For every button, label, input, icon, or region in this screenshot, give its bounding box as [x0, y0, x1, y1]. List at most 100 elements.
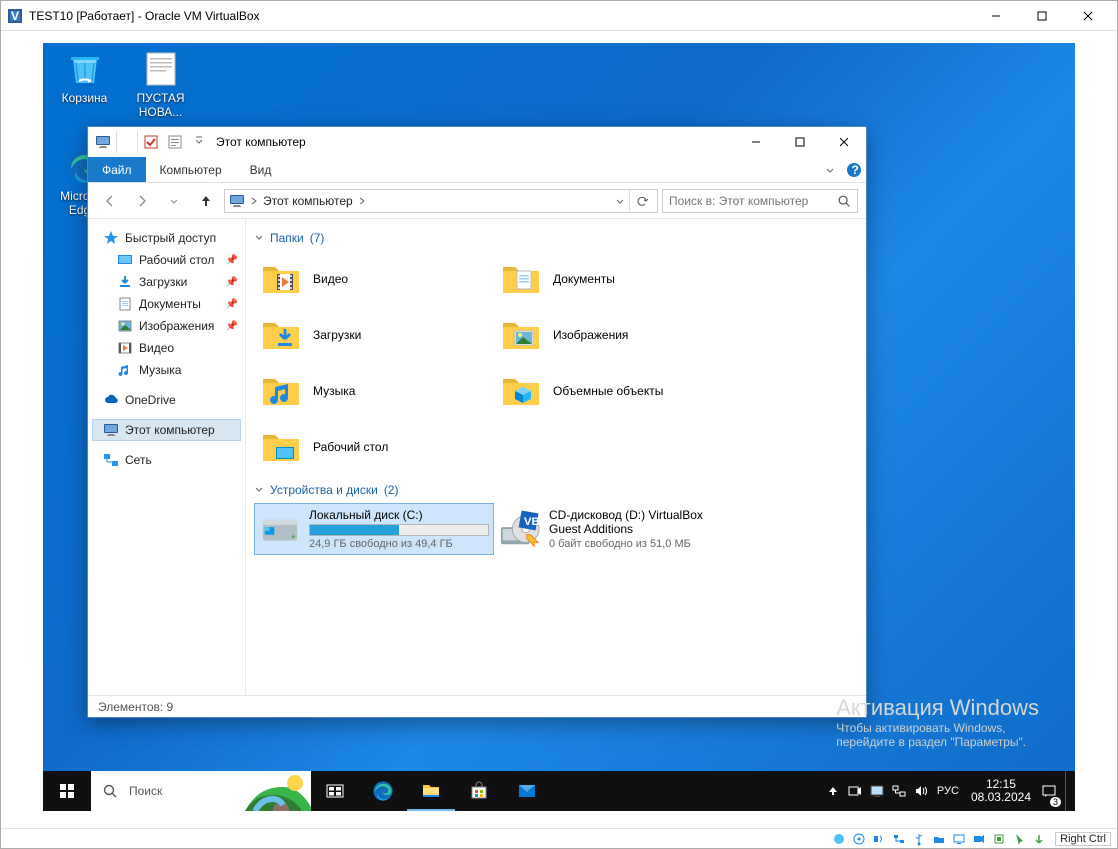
start-button[interactable] — [43, 771, 91, 811]
taskbar-search[interactable]: Поиск — [91, 771, 311, 811]
vbox-audio-indicator-icon[interactable] — [871, 831, 887, 847]
activation-watermark: Активация Windows Чтобы активировать Win… — [836, 695, 1039, 749]
guest-desktop[interactable]: Корзина ПУСТАЯ НОВА... Microsoft Edg... — [43, 43, 1075, 811]
tray-language[interactable]: РУС — [933, 785, 963, 797]
host-close-button[interactable] — [1065, 1, 1111, 31]
nav-label: Музыка — [139, 363, 181, 377]
ribbon-tab-computer[interactable]: Компьютер — [146, 157, 236, 182]
tray-clock[interactable]: 12:15 08.03.2024 — [965, 778, 1037, 804]
vbox-cpu-indicator-icon[interactable] — [991, 831, 1007, 847]
host-maximize-button[interactable] — [1019, 1, 1065, 31]
tray-volume-icon[interactable] — [911, 771, 931, 811]
cortana-illustration-icon — [245, 771, 311, 811]
file-explorer-window[interactable]: Этот компьютер Файл Компьютер Вид ? — [87, 126, 867, 718]
group-count: (2) — [384, 483, 399, 497]
nav-back-button[interactable] — [96, 187, 124, 215]
folder-3d-objects[interactable]: Объемные объекты — [494, 363, 734, 419]
tray-action-center-icon[interactable]: 3 — [1039, 771, 1059, 811]
group-drives-header[interactable]: Устройства и диски (2) — [254, 483, 858, 497]
nav-network[interactable]: Сеть — [92, 449, 241, 471]
videos-icon — [117, 340, 133, 356]
vbox-keyboard-indicator-icon[interactable] — [1031, 831, 1047, 847]
breadcrumb-this-pc[interactable]: Этот компьютер — [263, 194, 353, 208]
explorer-titlebar[interactable]: Этот компьютер — [88, 127, 866, 157]
vbox-shared-folders-indicator-icon[interactable] — [931, 831, 947, 847]
taskbar[interactable]: Поиск РУС 12:15 0 — [43, 771, 1075, 811]
nav-qa-videos[interactable]: Видео — [92, 337, 241, 359]
vbox-usb-indicator-icon[interactable] — [911, 831, 927, 847]
nav-qa-desktop[interactable]: Рабочий стол📌 — [92, 249, 241, 271]
vbox-mouse-indicator-icon[interactable] — [1011, 831, 1027, 847]
nav-onedrive[interactable]: OneDrive — [92, 389, 241, 411]
vbox-recording-indicator-icon[interactable] — [971, 831, 987, 847]
vbox-hdd-indicator-icon[interactable] — [831, 831, 847, 847]
taskbar-mail[interactable] — [503, 771, 551, 811]
onedrive-icon — [103, 392, 119, 408]
qat-new-folder-icon[interactable] — [164, 131, 186, 153]
taskbar-edge[interactable] — [359, 771, 407, 811]
qat-properties-icon[interactable] — [140, 131, 162, 153]
desktop-icon-label: ПУСТАЯ НОВА... — [123, 91, 198, 119]
virtualbox-titlebar[interactable]: TEST10 [Работает] - Oracle VM VirtualBox — [1, 1, 1117, 31]
vbox-network-indicator-icon[interactable] — [891, 831, 907, 847]
folder-desktop-icon — [259, 425, 303, 469]
search-box[interactable] — [662, 189, 858, 213]
nav-qa-documents[interactable]: Документы📌 — [92, 293, 241, 315]
ribbon-expand-icon[interactable] — [818, 157, 842, 182]
address-box[interactable]: Этот компьютер — [224, 189, 658, 213]
folder-pictures[interactable]: Изображения — [494, 307, 734, 363]
address-history-dropdown[interactable] — [615, 196, 625, 206]
this-pc-icon — [229, 193, 245, 209]
nav-recent-dropdown[interactable] — [160, 187, 188, 215]
refresh-button[interactable] — [629, 190, 653, 212]
folder-desktop[interactable]: Рабочий стол — [254, 419, 494, 475]
drive-d-cd[interactable]: CD-дисковод (D:) VirtualBox Guest Additi… — [494, 503, 734, 555]
drive-c[interactable]: Локальный диск (C:) 24,9 ГБ свободно из … — [254, 503, 494, 555]
this-pc-icon — [103, 422, 119, 438]
help-icon[interactable]: ? — [842, 157, 866, 182]
folder-documents[interactable]: Документы — [494, 251, 734, 307]
folder-music-icon — [259, 369, 303, 413]
host-key-indicator[interactable]: Right Ctrl — [1055, 832, 1111, 846]
nav-forward-button[interactable] — [128, 187, 156, 215]
vbox-display-indicator-icon[interactable] — [951, 831, 967, 847]
folder-music[interactable]: Музыка — [254, 363, 494, 419]
navigation-pane[interactable]: Быстрый доступ Рабочий стол📌 Загрузки📌 Д… — [88, 219, 246, 695]
breadcrumb-root-chevron[interactable] — [249, 196, 259, 206]
tray-network-icon[interactable] — [889, 771, 909, 811]
folder-downloads[interactable]: Загрузки — [254, 307, 494, 363]
nav-qa-music[interactable]: Музыка — [92, 359, 241, 381]
nav-up-button[interactable] — [192, 187, 220, 215]
host-minimize-button[interactable] — [973, 1, 1019, 31]
desktop-icon-recycle-bin[interactable]: Корзина — [47, 49, 122, 105]
nav-qa-downloads[interactable]: Загрузки📌 — [92, 271, 241, 293]
nav-quick-access[interactable]: Быстрый доступ — [92, 227, 241, 249]
content-pane[interactable]: Папки (7) Видео Документы Загрузки Изобр… — [246, 219, 866, 695]
search-input[interactable] — [669, 194, 837, 208]
group-twisty-icon[interactable] — [254, 233, 264, 243]
show-desktop-button[interactable] — [1065, 771, 1071, 811]
tray-overflow-icon[interactable] — [823, 771, 843, 811]
pin-icon: 📌 — [226, 255, 238, 266]
vbox-optical-indicator-icon[interactable] — [851, 831, 867, 847]
group-folders-header[interactable]: Папки (7) — [254, 231, 858, 245]
taskbar-store[interactable] — [455, 771, 503, 811]
nav-this-pc[interactable]: Этот компьютер — [92, 419, 241, 441]
nav-label: Загрузки — [139, 275, 187, 289]
ribbon-tab-view[interactable]: Вид — [236, 157, 286, 182]
task-view-button[interactable] — [311, 771, 359, 811]
system-tray[interactable]: РУС 12:15 08.03.2024 3 — [819, 771, 1075, 811]
qat-dropdown-icon[interactable] — [188, 131, 210, 153]
explorer-minimize-button[interactable] — [734, 127, 778, 157]
nav-qa-pictures[interactable]: Изображения📌 — [92, 315, 241, 337]
tray-vm-display-icon[interactable] — [867, 771, 887, 811]
taskbar-file-explorer[interactable] — [407, 771, 455, 811]
folder-videos[interactable]: Видео — [254, 251, 494, 307]
tray-meet-now-icon[interactable] — [845, 771, 865, 811]
group-twisty-icon[interactable] — [254, 485, 264, 495]
explorer-close-button[interactable] — [822, 127, 866, 157]
breadcrumb-chevron[interactable] — [357, 196, 367, 206]
explorer-maximize-button[interactable] — [778, 127, 822, 157]
ribbon-tab-file[interactable]: Файл — [88, 157, 146, 182]
desktop-icon-text-file[interactable]: ПУСТАЯ НОВА... — [123, 49, 198, 119]
